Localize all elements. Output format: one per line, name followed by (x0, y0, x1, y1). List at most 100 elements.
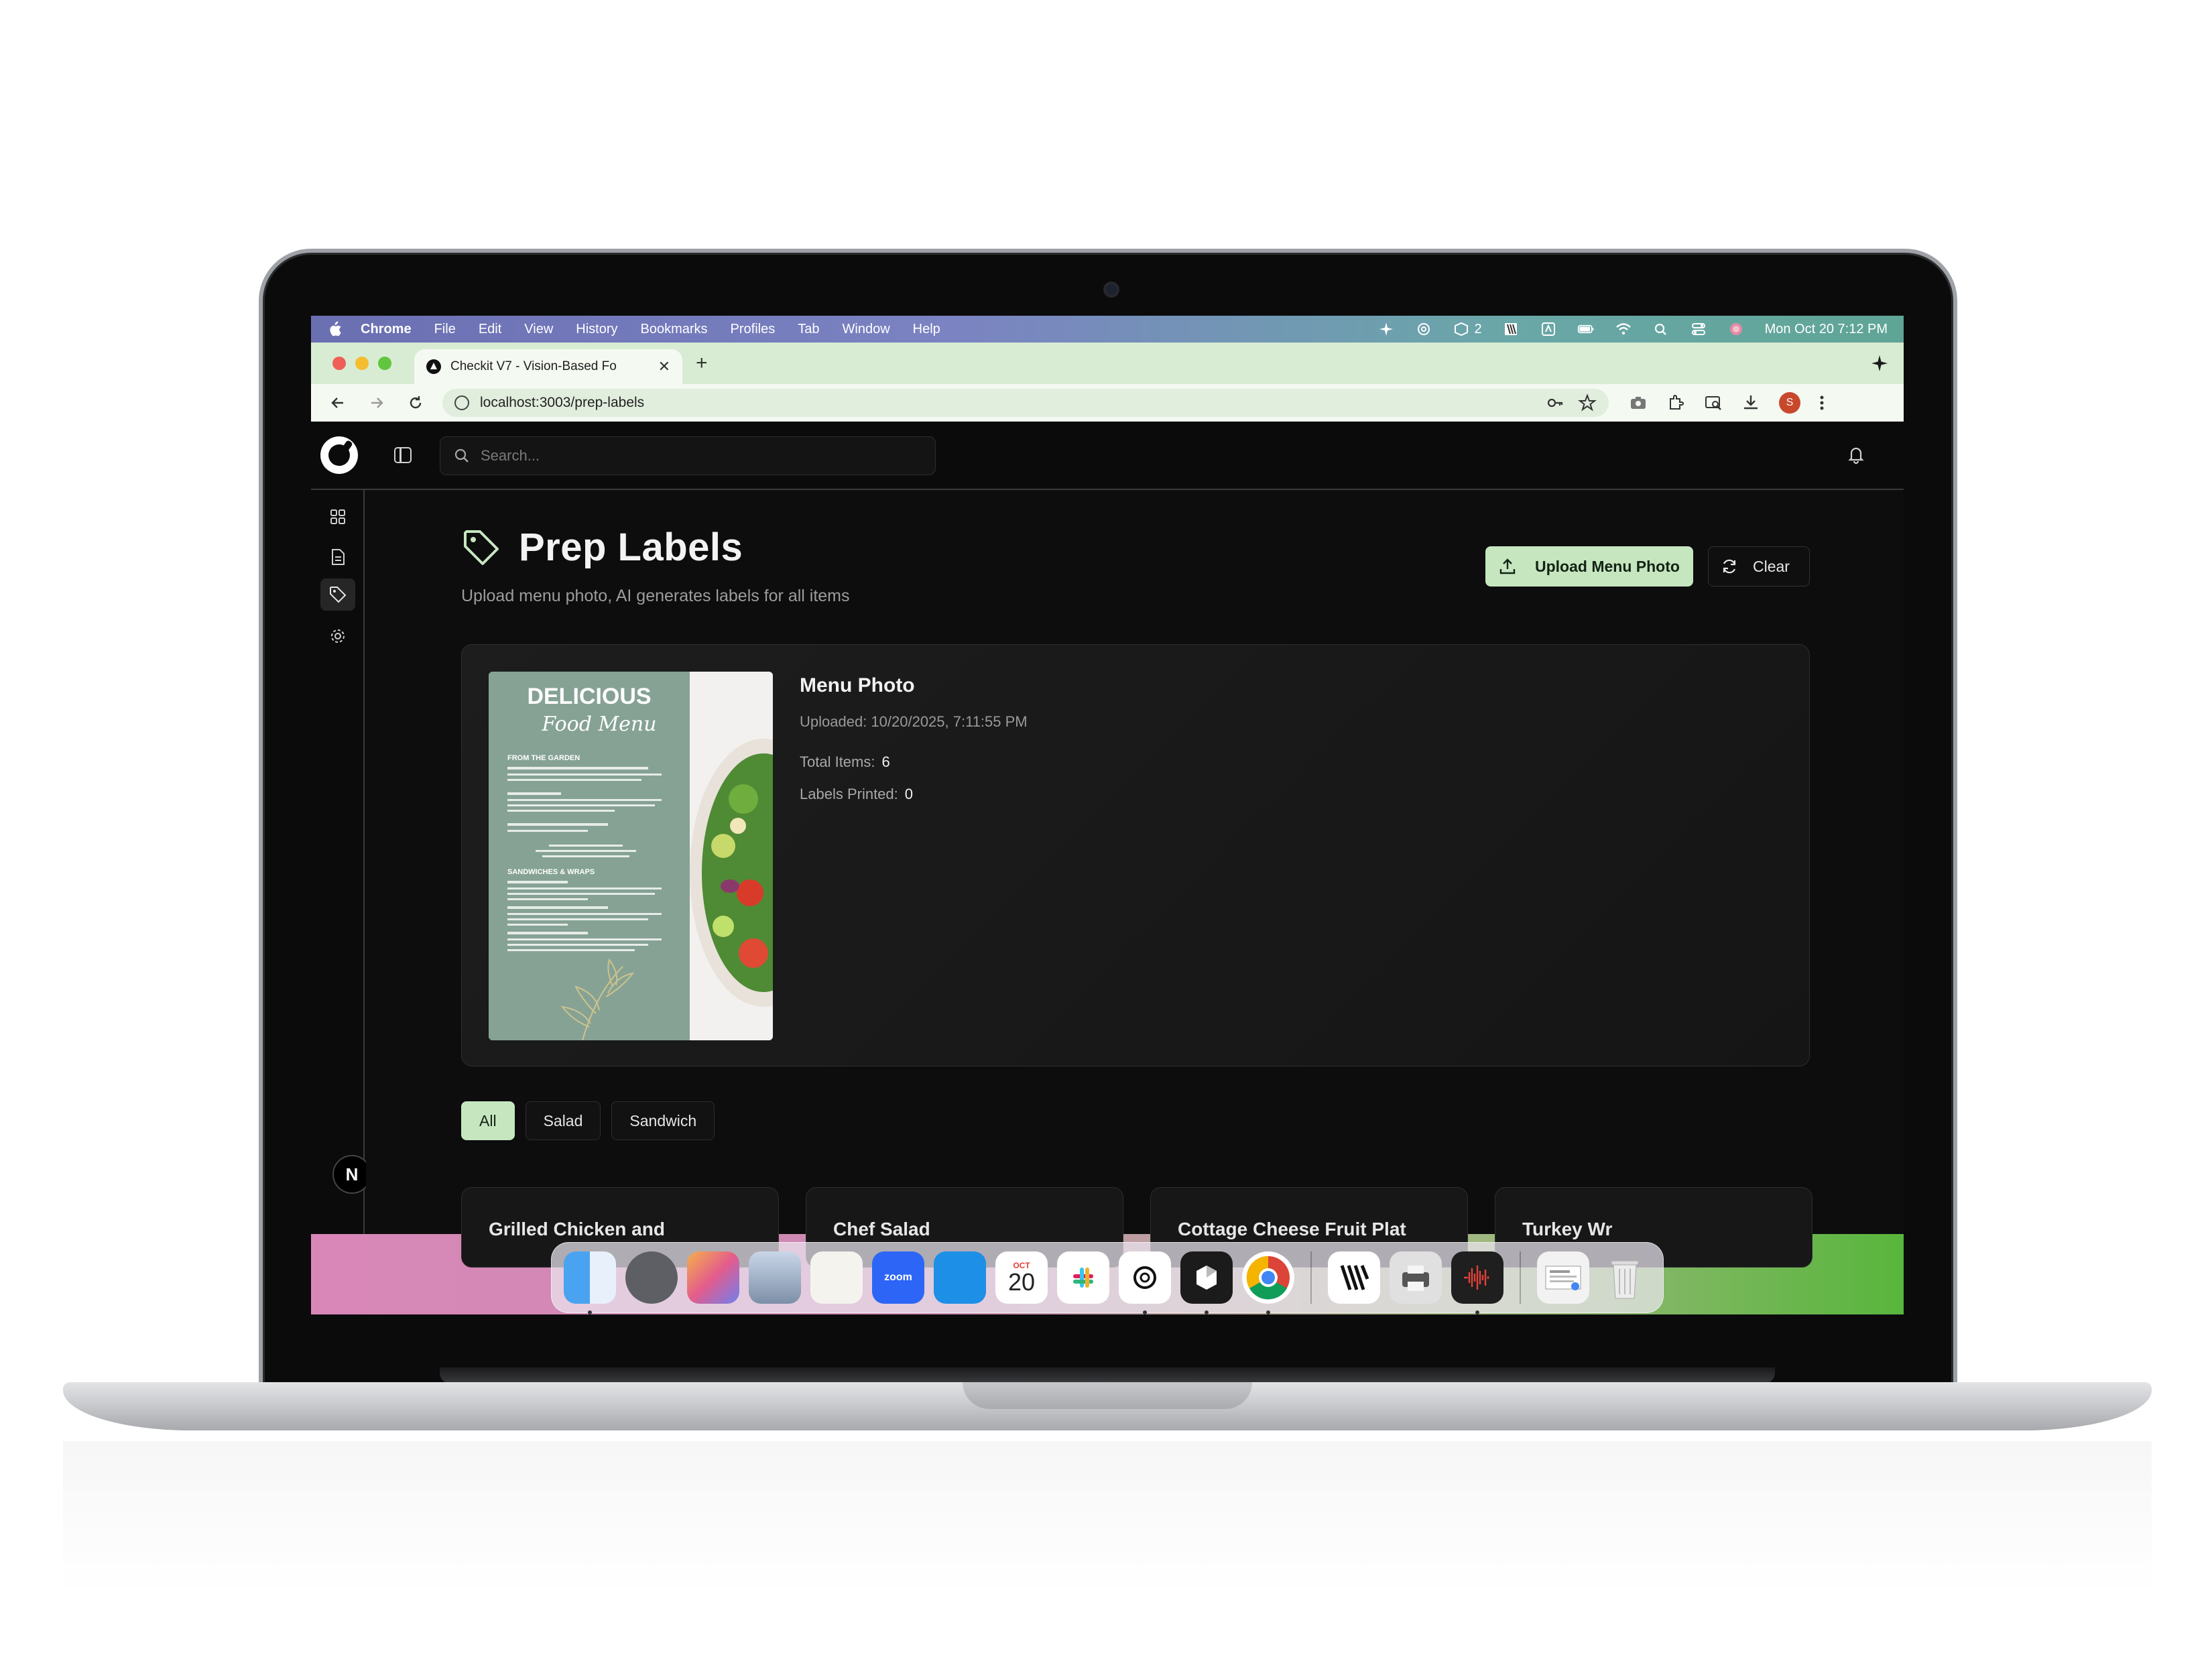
tab-search-icon[interactable] (1704, 393, 1723, 412)
box-icon (1455, 322, 1469, 336)
zebra-icon[interactable] (1502, 322, 1520, 336)
arrow-left-icon (331, 397, 343, 408)
menu-bar-status-area: 2 Mon Oct 20 7:12 PM (1377, 322, 1888, 337)
reload-button[interactable] (404, 391, 428, 415)
filter-all[interactable]: All (461, 1101, 515, 1140)
zebra-app-icon[interactable] (1328, 1251, 1380, 1304)
menu-tab[interactable]: Tab (798, 322, 819, 337)
dashboard-icon[interactable] (328, 507, 347, 526)
camera-icon[interactable] (1629, 393, 1648, 412)
docker-status[interactable]: 2 (1453, 321, 1482, 337)
filter-salad[interactable]: Salad (525, 1101, 601, 1140)
card-title: Menu Photo (800, 674, 915, 696)
voice-memos-icon[interactable] (1451, 1251, 1503, 1314)
web-app: Search... N Prep Labels Upload menu phot… (311, 422, 1904, 1268)
printer-icon[interactable] (1390, 1251, 1442, 1304)
launchpad-icon[interactable] (687, 1251, 739, 1304)
menu-file[interactable]: File (434, 322, 456, 337)
menu-window[interactable]: Window (843, 322, 890, 337)
screen: Chrome File Edit View History Bookmarks … (311, 316, 1904, 1314)
calendar-icon[interactable]: OCT 20 (995, 1251, 1048, 1304)
address-bar[interactable]: localhost:3003/prep-labels (442, 388, 1609, 417)
cursor-icon[interactable] (1180, 1251, 1233, 1314)
downloads-stack-icon[interactable] (1537, 1251, 1589, 1304)
menu-profiles[interactable]: Profiles (731, 322, 776, 337)
chrome-icon[interactable] (1242, 1251, 1294, 1314)
siri-icon[interactable] (1727, 322, 1745, 336)
profile-avatar[interactable]: S (1779, 391, 1800, 414)
control-center-icon[interactable] (1690, 322, 1707, 336)
page-title: Prep Labels (519, 526, 743, 569)
trash-icon[interactable] (1599, 1251, 1651, 1304)
menu-bookmarks[interactable]: Bookmarks (641, 322, 708, 337)
macos-menu-bar: Chrome File Edit View History Bookmarks … (311, 316, 1904, 343)
close-tab-icon[interactable]: ✕ (658, 358, 670, 375)
menu-photo-card: DELICIOUS Food Menu FROM THE GARDEN SAND… (461, 644, 1810, 1066)
chatgpt-icon[interactable] (1119, 1251, 1171, 1314)
upload-menu-photo-button[interactable]: Upload Menu Photo (1485, 546, 1693, 587)
zoom-icon[interactable]: zoom (872, 1251, 924, 1304)
document-icon[interactable] (328, 548, 347, 566)
running-indicator (588, 1310, 592, 1314)
zoom-window-button[interactable] (378, 357, 391, 370)
download-icon[interactable] (1741, 393, 1760, 412)
tab-title: Checkit V7 - Vision-Based Fo (450, 359, 617, 373)
total-items-label: Total Items: (800, 753, 875, 770)
running-indicator (1143, 1310, 1147, 1314)
apple-icon[interactable] (327, 321, 342, 337)
bookmark-star-icon[interactable] (1578, 393, 1597, 412)
system-settings-icon[interactable] (625, 1251, 678, 1304)
clear-button[interactable]: Clear (1708, 546, 1810, 587)
forward-button[interactable] (365, 391, 389, 415)
finder-icon[interactable] (564, 1251, 616, 1314)
chatgpt-logo (1133, 1266, 1156, 1289)
tag-icon[interactable] (328, 585, 347, 604)
stage: Chrome File Edit View History Bookmarks … (0, 0, 2212, 1659)
menu-section-sandwiches: SANDWICHES & WRAPS (507, 868, 595, 876)
gear-icon[interactable] (328, 627, 347, 646)
labels-printed-row: Labels Printed: 0 (800, 786, 913, 803)
menu-photo-thumbnail[interactable]: DELICIOUS Food Menu FROM THE GARDEN SAND… (489, 672, 773, 1040)
category-filters: All Salad Sandwich (461, 1101, 715, 1140)
menu-bar-clock[interactable]: Mon Oct 20 7:12 PM (1765, 322, 1888, 337)
bell-icon[interactable] (1846, 444, 1866, 465)
docker-icon[interactable] (934, 1251, 986, 1304)
menu-help[interactable]: Help (913, 322, 940, 337)
browser-tab-active[interactable]: Checkit V7 - Vision-Based Fo ✕ (414, 349, 682, 384)
address-url[interactable]: localhost:3003/prep-labels (480, 395, 1532, 411)
spotlight-icon[interactable] (1652, 322, 1670, 336)
site-favicon (426, 359, 441, 374)
menu-edit[interactable]: Edit (479, 322, 501, 337)
wifi-icon[interactable] (1615, 322, 1632, 336)
key-icon[interactable] (1546, 393, 1564, 412)
sidebar-toggle-icon[interactable] (394, 447, 412, 463)
openai-status-icon[interactable] (1415, 322, 1432, 336)
upload-timestamp: Uploaded: 10/20/2025, 7:11:55 PM (800, 713, 1028, 730)
close-window-button[interactable] (332, 357, 346, 370)
menu-history[interactable]: History (576, 322, 617, 337)
gemini-sparkle-icon[interactable] (1870, 354, 1889, 373)
preview-icon[interactable] (749, 1251, 801, 1304)
item-card-title: Cottage Cheese Fruit Plat (1178, 1219, 1406, 1239)
new-tab-button[interactable]: + (696, 352, 708, 375)
total-items-row: Total Items: 6 (800, 753, 890, 771)
sparkle-icon[interactable] (1377, 322, 1395, 336)
search-input[interactable]: Search... (440, 436, 936, 475)
back-button[interactable] (326, 391, 350, 415)
menu-app-name[interactable]: Chrome (361, 322, 412, 337)
filter-sandwich[interactable]: Sandwich (611, 1101, 715, 1140)
laptop-notch (963, 1382, 1252, 1409)
battery-icon[interactable] (1577, 322, 1595, 336)
extensions-icon[interactable] (1666, 393, 1685, 412)
minimize-window-button[interactable] (355, 357, 369, 370)
textedit-icon[interactable] (810, 1251, 863, 1304)
docker-count: 2 (1474, 321, 1482, 336)
slack-icon[interactable] (1057, 1251, 1109, 1304)
item-card-title: Turkey Wr (1522, 1219, 1613, 1239)
menu-view[interactable]: View (524, 322, 553, 337)
input-icon[interactable] (1540, 322, 1557, 336)
site-info-icon[interactable] (454, 395, 469, 410)
item-card-title: Grilled Chicken and (489, 1219, 665, 1239)
app-logo[interactable] (320, 436, 358, 474)
more-vertical-icon[interactable] (1819, 393, 1825, 412)
